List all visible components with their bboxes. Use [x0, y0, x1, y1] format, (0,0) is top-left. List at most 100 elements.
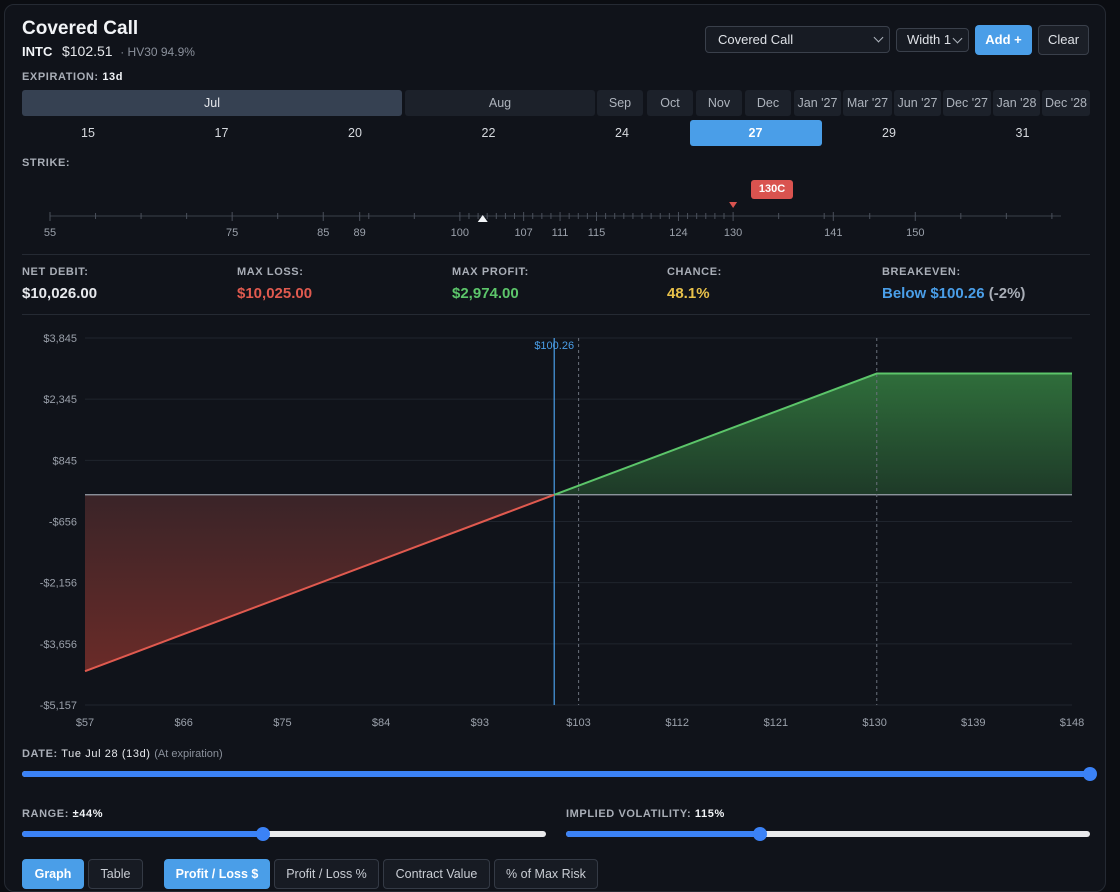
range-value: ±44% [72, 808, 104, 820]
chance-value: 48.1% [667, 285, 710, 302]
x-tick-label: $57 [76, 717, 94, 729]
y-tick-label: -$3,656 [40, 639, 77, 651]
expiration-month-3[interactable]: Sep [597, 90, 643, 116]
expiration-day-20[interactable]: 20 [289, 120, 421, 146]
expiration-month-1[interactable]: Jul [22, 90, 402, 116]
x-tick-label: $121 [764, 717, 788, 729]
tab-profit-loss-percent[interactable]: Profit / Loss % [274, 859, 379, 889]
profit-area [554, 373, 1072, 495]
tab-profit-loss-dollar[interactable]: Profit / Loss $ [164, 859, 270, 889]
strike-tick-label: 141 [824, 227, 842, 239]
range-label: RANGE: ±44% [22, 808, 104, 820]
date-slider[interactable] [22, 767, 1097, 781]
strike-tick-label: 89 [354, 227, 366, 239]
expiration-month-5[interactable]: Nov [696, 90, 742, 116]
max-loss-value: $10,025.00 [237, 285, 313, 302]
x-tick-label: $84 [372, 717, 390, 729]
date-value: Tue Jul 28 (13d) [61, 748, 151, 760]
date-label: DATE: Tue Jul 28 (13d) (At expiration) [22, 748, 223, 760]
expiration-month-4[interactable]: Oct [647, 90, 693, 116]
clear-button[interactable]: Clear [1038, 25, 1089, 55]
width-select[interactable]: Width 1 [896, 28, 969, 52]
y-tick-label: -$2,156 [40, 578, 77, 590]
x-tick-label: $139 [961, 717, 985, 729]
iv-slider-fill [566, 831, 760, 837]
range-slider[interactable] [22, 827, 546, 841]
chance-label: CHANCE: [667, 266, 722, 278]
net-debit-value: $10,026.00 [22, 285, 98, 302]
range-slider-thumb[interactable] [256, 827, 271, 841]
page-title: Covered Call [22, 18, 139, 39]
strike-tick-label: 130 [724, 227, 742, 239]
expiration-day-27[interactable]: 27 [689, 120, 822, 146]
y-tick-label: $3,845 [43, 333, 77, 345]
date-note: (At expiration) [154, 748, 223, 760]
expiration-month-12[interactable]: Dec '28 [1042, 90, 1090, 116]
max-profit-label: MAX PROFIT: [452, 266, 529, 278]
max-loss-label: MAX LOSS: [237, 266, 304, 278]
selected-strike-marker [729, 202, 738, 208]
expiration-day-22[interactable]: 22 [423, 120, 555, 146]
strike-label: STRIKE: [22, 157, 71, 169]
iv-slider[interactable] [566, 827, 1090, 841]
pnl-chart[interactable]: $100.26 $3,845 $2,345 $845 -$656 -$2,156 -$3,… [0, 326, 1120, 736]
breakeven-readout: Below $100.26 (-2%) [882, 285, 1025, 302]
hv30-readout: · HV30 94.9% [120, 45, 195, 59]
ticker-symbol: INTC [22, 44, 53, 59]
expiration-month-10[interactable]: Dec '27 [943, 90, 991, 116]
strike-tick-label: 75 [226, 227, 238, 239]
expiration-month-11[interactable]: Jan '28 [993, 90, 1040, 116]
x-tick-label: $93 [471, 717, 489, 729]
x-tick-label: $75 [273, 717, 291, 729]
expiration-label: EXPIRATION: 13d [22, 71, 124, 83]
strategy-select-value: Covered Call [718, 32, 794, 47]
strike-tick-label: 55 [44, 227, 56, 239]
expiration-month-8[interactable]: Mar '27 [843, 90, 892, 116]
tab-max-risk[interactable]: % of Max Risk [494, 859, 598, 889]
tab-contract-value[interactable]: Contract Value [383, 859, 490, 889]
date-slider-fill [22, 771, 1090, 777]
expiration-day-31[interactable]: 31 [957, 120, 1089, 146]
ticker-line: INTC $102.51 · HV30 94.9% [22, 43, 195, 59]
strike-ladder[interactable]: 55 75 85 89 100 107 111 115 124 130 141 150 [0, 195, 1120, 245]
strike-tick-label: 115 [588, 227, 606, 239]
x-tick-label: $103 [566, 717, 590, 729]
expiration-day-17[interactable]: 17 [156, 120, 288, 146]
date-slider-thumb[interactable] [1083, 767, 1097, 781]
iv-value: 115% [694, 808, 725, 820]
chevron-down-icon [873, 32, 884, 43]
strike-tick-label: 107 [514, 227, 532, 239]
expiration-day-15[interactable]: 15 [22, 120, 154, 146]
ticker-price: $102.51 [61, 43, 113, 59]
y-tick-label: -$5,157 [40, 700, 77, 712]
x-tick-label: $66 [175, 717, 193, 729]
iv-slider-thumb[interactable] [752, 827, 767, 841]
breakeven-line-label: $100.26 [534, 340, 574, 352]
tab-graph[interactable]: Graph [22, 859, 84, 889]
y-tick-label: $845 [53, 455, 77, 467]
breakeven-pct: (-2%) [988, 285, 1026, 302]
tab-table[interactable]: Table [88, 859, 143, 889]
x-tick-label: $112 [665, 717, 689, 729]
width-select-value: Width 1 [907, 32, 952, 47]
iv-label: IMPLIED VOLATILITY: 115% [566, 808, 725, 820]
divider [22, 314, 1090, 315]
strategy-select[interactable]: Covered Call [705, 26, 890, 53]
expiration-month-6[interactable]: Dec [745, 90, 791, 116]
expiration-month-7[interactable]: Jan '27 [794, 90, 841, 116]
y-tick-label: $2,345 [43, 394, 77, 406]
chevron-down-icon [952, 33, 963, 44]
expiration-day-29[interactable]: 29 [823, 120, 955, 146]
breakeven-label: BREAKEVEN: [882, 266, 961, 278]
breakeven-value: Below $100.26 [882, 285, 985, 302]
net-debit-label: NET DEBIT: [22, 266, 89, 278]
x-tick-label: $148 [1060, 717, 1084, 729]
range-slider-fill [22, 831, 264, 837]
expiration-day-24[interactable]: 24 [556, 120, 688, 146]
expiration-days: 13d [102, 71, 124, 83]
strike-tick-label: 150 [906, 227, 924, 239]
expiration-month-2[interactable]: Aug [405, 90, 595, 116]
add-leg-button[interactable]: Add + [975, 25, 1032, 55]
expiration-month-9[interactable]: Jun '27 [894, 90, 941, 116]
divider [22, 254, 1090, 255]
